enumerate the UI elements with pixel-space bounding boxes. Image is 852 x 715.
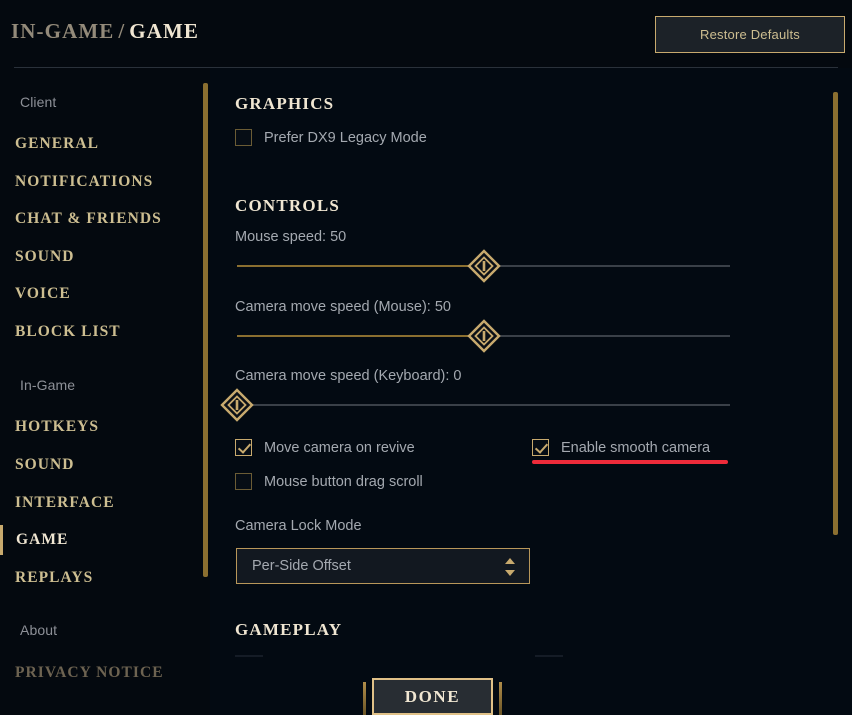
checkbox-row-enable-smooth-camera[interactable]: Enable smooth camera [532,439,710,456]
chevron-updown-icon[interactable] [504,557,516,577]
breadcrumb-separator: / [118,19,126,43]
sidebar-scrollbar-thumb[interactable] [203,83,208,577]
done-button[interactable]: DONE [372,678,493,715]
checkbox-row-mouse-button-drag-scroll[interactable]: Mouse button drag scroll [235,473,423,490]
sidebar-item-notifications[interactable]: NOTIFICATIONS [0,167,196,197]
checkbox-label: Enable smooth camera [561,439,711,456]
sidebar-item-voice[interactable]: VOICE [0,279,196,309]
done-button-accent-right [499,682,502,715]
slider-label-camera-move-speed-mouse: Camera move speed (Mouse): 50 [235,299,451,315]
slider-label-mouse-speed: Mouse speed: 50 [235,229,347,245]
sidebar-item-label: REPLAYS [15,569,94,586]
sidebar-item-label: PRIVACY NOTICE [15,664,164,681]
slider-camera-move-speed-mouse[interactable] [237,319,730,353]
sidebar-item-general[interactable]: GENERAL [0,129,196,159]
sidebar-item-label: SOUND [15,248,75,265]
slider-mouse-speed[interactable] [237,249,730,283]
restore-defaults-button[interactable]: Restore Defaults [655,16,845,53]
breadcrumb-parent[interactable]: IN-GAME [11,19,114,43]
slider-track [237,404,730,406]
done-button-container: DONE [360,672,505,715]
gameplay-partial-content-left [235,655,263,657]
sidebar-item-label: CHAT & FRIENDS [15,210,162,227]
slider-thumb[interactable] [467,249,501,283]
content-scrollbar-thumb[interactable] [833,92,838,535]
sidebar-item-privacy-notice[interactable]: PRIVACY NOTICE [0,658,196,688]
dropdown-camera-lock-mode[interactable]: Per-Side Offset [236,548,530,584]
checkbox-mouse-button-drag-scroll[interactable] [235,473,252,490]
section-title-gameplay: GAMEPLAY [235,620,343,639]
sidebar-item-chat-and-friends[interactable]: CHAT & FRIENDS [0,204,196,234]
sidebar-item-hotkeys[interactable]: HOTKEYS [0,412,196,442]
nav-group-label-client: Client [20,94,57,110]
done-button-accent-left [363,682,366,715]
checkbox-label: Move camera on revive [264,439,415,456]
checkbox-enable-smooth-camera[interactable] [532,439,549,456]
sidebar-item-block-list[interactable]: BLOCK LIST [0,317,196,347]
settings-content-panel: GRAPHICS Prefer DX9 Legacy Mode CONTROLS… [210,68,852,715]
checkbox-label: Mouse button drag scroll [264,473,423,490]
sidebar-item-game[interactable]: GAME [0,525,196,555]
section-title-controls: CONTROLS [235,196,341,215]
checkbox-row-move-camera-on-revive[interactable]: Move camera on revive [235,439,415,456]
nav-group-label-about: About [20,622,58,638]
sidebar-item-label: HOTKEYS [15,418,100,435]
sidebar-nav: Client GENERAL NOTIFICATIONS CHAT & FRIE… [0,68,210,715]
breadcrumb: IN-GAME / GAME [11,19,199,44]
dropdown-label-camera-lock-mode: Camera Lock Mode [235,518,362,534]
slider-thumb[interactable] [220,388,254,422]
nav-group-label-in-game: In-Game [20,377,76,393]
sidebar-item-label: BLOCK LIST [15,323,121,340]
dropdown-selected-value: Per-Side Offset [252,558,351,574]
slider-camera-move-speed-keyboard[interactable] [220,388,730,422]
annotation-underline-enable-smooth-camera [532,460,728,464]
sidebar-item-label: GENERAL [15,135,100,152]
sidebar-item-sound-client[interactable]: SOUND [0,242,196,272]
checkbox-label: Prefer DX9 Legacy Mode [264,129,427,146]
gameplay-partial-content-right [535,655,563,657]
section-title-graphics: GRAPHICS [235,94,335,113]
slider-thumb[interactable] [467,319,501,353]
page-header: IN-GAME / GAME Restore Defaults [0,0,852,68]
sidebar-item-sound-ingame[interactable]: SOUND [0,450,196,480]
checkbox-move-camera-on-revive[interactable] [235,439,252,456]
sidebar-item-replays[interactable]: REPLAYS [0,563,196,593]
checkbox-prefer-dx9-legacy-mode[interactable] [235,129,252,146]
slider-label-camera-move-speed-keyboard: Camera move speed (Keyboard): 0 [235,368,462,384]
slider-fill [237,335,484,337]
sidebar-item-label: SOUND [15,456,75,473]
sidebar-item-label: GAME [16,531,69,548]
sidebar-item-interface[interactable]: INTERFACE [0,488,196,518]
sidebar-item-label: VOICE [15,285,71,302]
checkbox-row-prefer-dx9-legacy-mode[interactable]: Prefer DX9 Legacy Mode [235,129,427,146]
breadcrumb-current: GAME [129,19,200,43]
slider-fill [237,265,484,267]
sidebar-item-label: INTERFACE [15,494,115,511]
sidebar-item-label: NOTIFICATIONS [15,173,154,190]
